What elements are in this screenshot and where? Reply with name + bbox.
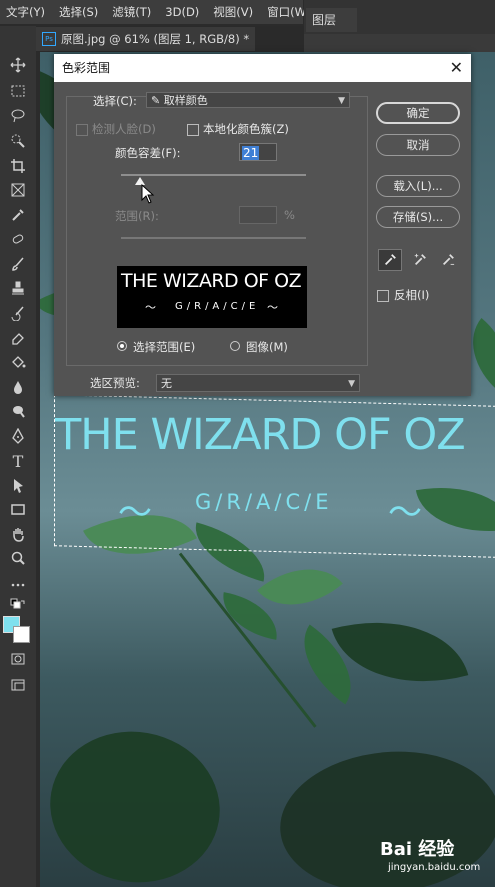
document-tab-bar: Ps 原图.jpg @ 61% (图层 1, RGB/8) * [36,26,304,52]
select-label: 选择(C): [93,94,137,108]
eyedropper-subtract-icon[interactable] [436,249,460,271]
quick-select-tool-icon[interactable] [8,132,28,150]
screen-mode-icon[interactable] [8,676,28,694]
clone-stamp-tool-icon[interactable] [8,279,28,297]
marching-ants-selection [54,394,495,558]
select-dropdown[interactable]: ✎ 取样颜色 ▼ [146,92,350,108]
layers-panel-tab[interactable]: 图层 [306,8,357,32]
fuzziness-input[interactable]: 21 [239,143,277,161]
preview-subtitle-text: G/R/A/C/E [175,301,260,312]
eyedropper-icon[interactable] [378,249,402,271]
invert-label: 反相(I) [394,288,430,302]
hand-tool-icon[interactable] [8,525,28,543]
path-selection-tool-icon[interactable] [8,476,28,494]
brush-tool-icon[interactable] [8,255,28,273]
eyedropper-small-icon: ✎ [151,94,161,107]
dialog-title: 色彩范围 [62,61,111,75]
eyedropper-tool-icon[interactable] [8,206,28,224]
leaf-shape [331,597,469,707]
chevron-down-icon: ▼ [348,379,355,389]
select-value: 取样颜色 [163,94,208,107]
fuzziness-value: 21 [242,146,260,160]
menu-select[interactable]: 选择(S) [59,4,98,20]
leaf-shape [257,545,343,629]
lasso-tool-icon[interactable] [8,107,28,125]
menu-bar: 文字(Y) 选择(S) 滤镜(T) 3D(D) 视图(V) 窗口(W) [0,0,310,24]
watermark-url: jingyan.baidu.com [388,862,481,873]
range-unit: % [284,208,295,222]
detect-faces-label: 检测人脸(D) [92,122,156,136]
history-brush-tool-icon[interactable] [8,304,28,322]
document-tab[interactable]: Ps 原图.jpg @ 61% (图层 1, RGB/8) * [36,27,256,51]
save-button[interactable]: 存储(S)... [376,206,460,228]
document-tab-title: 原图.jpg @ 61% (图层 1, RGB/8) * [61,32,250,46]
invert-checkbox[interactable] [377,290,389,302]
quick-mask-icon[interactable] [8,650,28,668]
image-radio[interactable] [230,341,240,351]
localized-clusters-checkbox[interactable] [187,124,199,136]
photoshop-icon: Ps [42,32,56,46]
selection-preview-label: 选区预览: [90,376,140,390]
menu-view[interactable]: 视图(V) [213,4,253,20]
menu-filter[interactable]: 滤镜(T) [112,4,151,20]
tools-panel: T [0,26,36,887]
cancel-button[interactable]: 取消 [376,134,460,156]
type-tool-icon[interactable]: T [8,452,28,471]
baidu-logo: Bai 经验 [380,839,455,860]
close-icon[interactable]: ✕ [450,54,463,82]
preview-title-text: THE WIZARD OF OZ [121,270,302,292]
dodge-tool-icon[interactable] [8,402,28,420]
frame-tool-icon[interactable] [8,181,28,199]
menu-type[interactable]: 文字(Y) [6,4,45,20]
blur-tool-icon[interactable] [8,378,28,396]
fuzziness-slider-track[interactable] [121,174,306,176]
preview-swirl-left-icon: 〜 [145,301,156,314]
leaf-shape [40,718,232,887]
preview-swirl-right-icon: 〜 [267,301,278,314]
selection-radio[interactable] [117,341,127,351]
selection-preview-dropdown[interactable]: 无 ▼ [156,374,360,392]
move-tool-icon[interactable] [8,56,28,74]
background-color-swatch[interactable] [13,626,30,643]
selection-preview-value: 无 [161,377,172,390]
image-radio-label: 图像(M) [246,340,288,354]
fuzziness-label: 颜色容差(F): [115,146,181,160]
menu-3d[interactable]: 3D(D) [165,5,199,19]
healing-brush-tool-icon[interactable] [8,230,28,248]
eraser-tool-icon[interactable] [8,328,28,346]
marquee-tool-icon[interactable] [8,82,28,100]
pen-tool-icon[interactable] [8,427,28,445]
paint-bucket-tool-icon[interactable] [8,353,28,371]
mouse-cursor-icon [141,184,155,204]
ok-button[interactable]: 确定 [376,102,460,124]
selection-preview-image: THE WIZARD OF OZ 〜 G/R/A/C/E 〜 [117,266,307,328]
range-slider-track[interactable] [121,237,306,239]
chevron-down-icon: ▼ [338,96,345,106]
zoom-tool-icon[interactable] [8,549,28,567]
more-tools-icon[interactable] [8,576,28,594]
range-label: 范围(R): [115,209,159,223]
rectangle-tool-icon[interactable] [8,500,28,518]
eyedropper-add-icon[interactable] [408,249,432,271]
selection-radio-label: 选择范围(E) [133,340,196,354]
default-colors-icon[interactable] [8,597,28,615]
load-button[interactable]: 载入(L)... [376,175,460,197]
dialog-titlebar: 色彩范围 ✕ [54,54,471,82]
detect-faces-checkbox[interactable] [76,124,88,136]
range-input[interactable] [239,206,277,224]
localized-clusters-label: 本地化颜色簇(Z) [203,122,289,136]
crop-tool-icon[interactable] [8,157,28,175]
